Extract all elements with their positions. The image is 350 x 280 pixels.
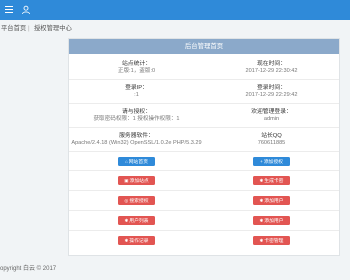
operation-log-button[interactable]: ✱操作记录 (118, 236, 155, 245)
divider (69, 190, 339, 191)
divider (69, 151, 339, 152)
divider (69, 170, 339, 171)
user-icon[interactable] (21, 5, 31, 15)
webmaster-qq-value: 760611885 (257, 140, 286, 146)
add-user-button[interactable]: ✱添加用户 (253, 196, 290, 205)
site-stats-value: 正版:1，盗版:0 (117, 68, 156, 74)
menu-icon[interactable] (5, 6, 13, 14)
current-time-value: 2017-12-29 22:30:42 (245, 68, 298, 74)
welcome-admin-value: admin (263, 116, 280, 122)
add-user-icon: ✱ (259, 218, 264, 223)
divider (69, 127, 339, 128)
footer: opyright 白云 © 2017 (0, 263, 350, 275)
divider (69, 230, 339, 231)
add-auth-button[interactable]: +添加授权 (253, 157, 290, 166)
user-list-button[interactable]: ✱用户列表 (118, 216, 155, 225)
record-icon: ✱ (124, 238, 129, 243)
divider (69, 79, 339, 80)
webmaster-qq: 站长QQ 760611885 (204, 133, 339, 147)
login-ip: 登录IP： :1 (69, 85, 204, 99)
breadcrumb: 平台首页 | 授权管理中心 (0, 22, 350, 36)
card-icon: ✱ (259, 238, 264, 243)
plus-icon: + (260, 159, 263, 164)
breadcrumb-separator: | (28, 25, 30, 32)
copyright-text: opyright 白云 © 2017 (0, 266, 57, 272)
list-icon: ✱ (124, 218, 129, 223)
webmaster-qq-label: 站长QQ (261, 133, 282, 139)
add-site-icon: ▣ (124, 178, 129, 183)
login-time: 登录时间： 2017-12-29 22:29:42 (204, 85, 339, 99)
site-stats: 站点统计： 正版:1，盗版:0 (69, 61, 204, 75)
divider (69, 103, 339, 104)
login-ip-label: 登录IP： (125, 85, 148, 91)
panel-title: 后台管理首页 (69, 39, 339, 54)
breadcrumb-home[interactable]: 平台首页 (1, 22, 26, 36)
home-button[interactable]: ⌂网站首页 (118, 157, 155, 166)
home-icon: ⌂ (125, 159, 128, 164)
login-ip-value: :1 (134, 92, 139, 98)
breadcrumb-current: 授权管理中心 (34, 25, 72, 32)
server-software-label: 服务器软件： (119, 133, 154, 139)
auth-permissions-label: 请与授权： (122, 109, 151, 115)
top-navbar (0, 0, 350, 20)
add-user-icon: ✱ (259, 198, 264, 203)
divider (69, 210, 339, 211)
current-time: 现在时间： 2017-12-29 22:30:42 (204, 61, 339, 75)
welcome-admin: 欢迎管理登录： admin (204, 109, 339, 123)
search-auth-button[interactable]: ◎搜索授权 (118, 196, 155, 205)
key-icon: ✱ (259, 178, 264, 183)
server-software: 服务器软件： Apache/2.4.18 (Win32) OpenSSL/1.0… (69, 133, 204, 147)
login-time-label: 登录时间： (257, 85, 286, 91)
search-icon: ◎ (124, 198, 129, 203)
current-time-label: 现在时间： (257, 61, 286, 67)
server-software-value: Apache/2.4.18 (Win32) OpenSSL/1.0.2e PHP… (71, 140, 202, 146)
generate-card-button[interactable]: ✱生成卡密 (253, 176, 290, 185)
auth-permissions: 请与授权： 获取密码权限：1 授权操作权限：1 (69, 109, 204, 123)
card-manage-button[interactable]: ✱卡密管理 (253, 236, 290, 245)
welcome-admin-label: 欢迎管理登录： (251, 109, 292, 115)
auth-permissions-value: 获取密码权限：1 授权操作权限：1 (93, 116, 180, 122)
add-site-button[interactable]: ▣添加站点 (118, 176, 155, 185)
login-time-value: 2017-12-29 22:29:42 (245, 92, 298, 98)
admin-panel: 后台管理首页 站点统计： 正版:1，盗版:0 现在时间： 2017-12-29 … (68, 38, 340, 256)
site-stats-label: 站点统计： (122, 61, 151, 67)
add-user-button[interactable]: ✱添加用户 (253, 216, 290, 225)
